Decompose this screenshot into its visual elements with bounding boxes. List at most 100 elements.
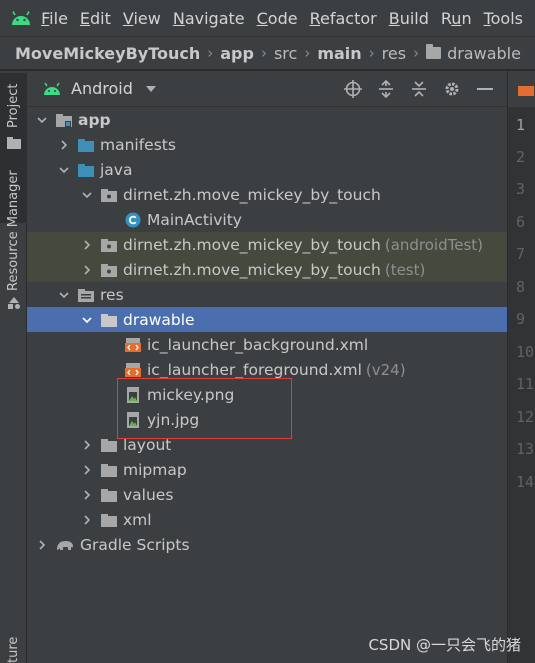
chevron-down-icon[interactable] <box>58 289 70 301</box>
tree-label-suffix: (androidTest) <box>384 235 484 254</box>
chevron-right-icon[interactable] <box>81 239 93 251</box>
locate-file-icon[interactable] <box>336 80 369 98</box>
tree-label: mipmap <box>123 460 187 479</box>
menu-tools[interactable]: Tools <box>484 9 523 28</box>
tree-label: manifests <box>100 135 176 154</box>
java-class-icon <box>125 212 141 227</box>
chevron-right-icon: › <box>207 44 214 62</box>
gradle-elephant-icon <box>57 540 73 550</box>
tree-item-mipmap[interactable]: mipmap <box>27 457 507 482</box>
menu-code[interactable]: Code <box>257 9 298 28</box>
line-number: 7 <box>516 245 526 263</box>
chevron-right-icon: › <box>413 44 420 62</box>
line-number: 11 <box>516 375 535 393</box>
folder-icon <box>101 463 117 477</box>
folder-icon <box>101 313 117 327</box>
line-number: 10 <box>516 343 535 361</box>
tree-item-java[interactable]: java <box>27 157 507 182</box>
tree-item-ic-launcher-background[interactable]: ic_launcher_background.xml <box>27 332 507 357</box>
tree-item-package-test[interactable]: dirnet.zh.move_mickey_by_touch (test) <box>27 257 507 282</box>
tree-label: res <box>100 285 124 304</box>
tree-label: values <box>123 485 174 504</box>
breadcrumb-main[interactable]: main <box>317 44 361 63</box>
line-number: 2 <box>516 148 526 166</box>
resource-manager-tab-label: Resource Manager <box>6 170 21 291</box>
menu-view[interactable]: View <box>123 9 161 28</box>
folder-icon <box>7 137 21 149</box>
menu-navigate[interactable]: Navigate <box>173 9 245 28</box>
tree-item-values[interactable]: values <box>27 482 507 507</box>
tree-label: xml <box>123 510 152 529</box>
chevron-right-icon: › <box>260 44 267 62</box>
chevron-right-icon[interactable] <box>58 139 70 151</box>
chevron-down-icon[interactable] <box>81 314 93 326</box>
menu-file[interactable]: File <box>41 9 68 28</box>
gear-icon[interactable] <box>435 80 468 98</box>
line-number: 14 <box>516 473 535 491</box>
structure-tab-label[interactable]: ture <box>6 637 21 663</box>
chevron-down-icon[interactable] <box>145 85 157 93</box>
chevron-down-icon[interactable] <box>36 114 48 126</box>
menu-run[interactable]: Run <box>441 9 472 28</box>
breadcrumb-src[interactable]: src <box>274 44 297 63</box>
tree-item-manifests[interactable]: manifests <box>27 132 507 157</box>
tree-label: app <box>78 110 111 129</box>
resource-manager-icon <box>8 297 20 309</box>
chevron-down-icon[interactable] <box>81 189 93 201</box>
folder-icon <box>78 138 94 152</box>
breadcrumb: MoveMickeyByTouch › app › src › main › r… <box>0 36 535 70</box>
tree-item-package-android-test[interactable]: dirnet.zh.move_mickey_by_touch (androidT… <box>27 232 507 257</box>
line-number: 8 <box>516 278 526 296</box>
chevron-right-icon[interactable] <box>81 264 93 276</box>
project-view-selector[interactable]: Android <box>71 79 133 98</box>
module-folder-icon <box>56 113 72 127</box>
menu-build[interactable]: Build <box>389 9 429 28</box>
package-icon <box>101 263 117 277</box>
tree-label: dirnet.zh.move_mickey_by_touch <box>123 260 381 279</box>
folder-icon <box>101 438 117 452</box>
tree-label: dirnet.zh.move_mickey_by_touch <box>123 235 381 254</box>
breadcrumb-project[interactable]: MoveMickeyByTouch <box>15 44 200 63</box>
menu-edit[interactable]: Edit <box>80 9 111 28</box>
breadcrumb-res[interactable]: res <box>382 44 406 63</box>
tree-item-xml[interactable]: xml <box>27 507 507 532</box>
chevron-down-icon[interactable] <box>58 164 70 176</box>
chevron-right-icon[interactable] <box>81 514 93 526</box>
chevron-right-icon[interactable] <box>36 539 48 551</box>
tree-item-gradle-scripts[interactable]: Gradle Scripts <box>27 532 507 557</box>
tree-label-suffix: (v24) <box>365 360 406 379</box>
project-tab-label: Project <box>6 83 21 128</box>
folder-icon <box>101 488 117 502</box>
menu-refactor[interactable]: Refactor <box>310 9 377 28</box>
tree-item-drawable[interactable]: drawable <box>27 307 507 332</box>
tree-label: Gradle Scripts <box>80 535 190 554</box>
project-panel-header: Android <box>27 71 507 107</box>
tree-item-package-main[interactable]: dirnet.zh.move_mickey_by_touch <box>27 182 507 207</box>
tree-label-suffix: (test) <box>384 260 426 279</box>
chevron-right-icon[interactable] <box>81 464 93 476</box>
chevron-right-icon: › <box>304 44 311 62</box>
editor-gutter: 1 2 3 6 7 8 9 10 11 12 13 14 <box>507 107 535 663</box>
tree-item-app[interactable]: app <box>27 107 507 132</box>
tree-item-main-activity[interactable]: MainActivity <box>27 207 507 232</box>
xml-file-icon <box>125 337 141 352</box>
editor-tab-strip[interactable] <box>507 71 535 107</box>
collapse-all-icon[interactable] <box>402 80 435 98</box>
breadcrumb-drawable[interactable]: drawable <box>447 44 521 63</box>
package-icon <box>101 188 117 202</box>
expand-all-icon[interactable] <box>369 80 402 98</box>
xml-file-icon <box>518 86 534 96</box>
tree-item-res[interactable]: res <box>27 282 507 307</box>
chevron-right-icon[interactable] <box>81 439 93 451</box>
folder-icon <box>101 513 117 527</box>
breadcrumb-module[interactable]: app <box>220 44 254 63</box>
line-number: 3 <box>516 180 526 198</box>
line-number: 13 <box>516 440 535 458</box>
tool-window-strip: Project Resource Manager ture <box>0 71 27 663</box>
chevron-right-icon[interactable] <box>81 489 93 501</box>
line-number: 9 <box>516 310 526 328</box>
android-studio-logo-icon <box>0 0 41 36</box>
minimize-icon[interactable] <box>468 87 501 91</box>
tree-label: ic_launcher_foreground.xml <box>147 360 362 379</box>
xml-file-icon <box>125 362 141 377</box>
